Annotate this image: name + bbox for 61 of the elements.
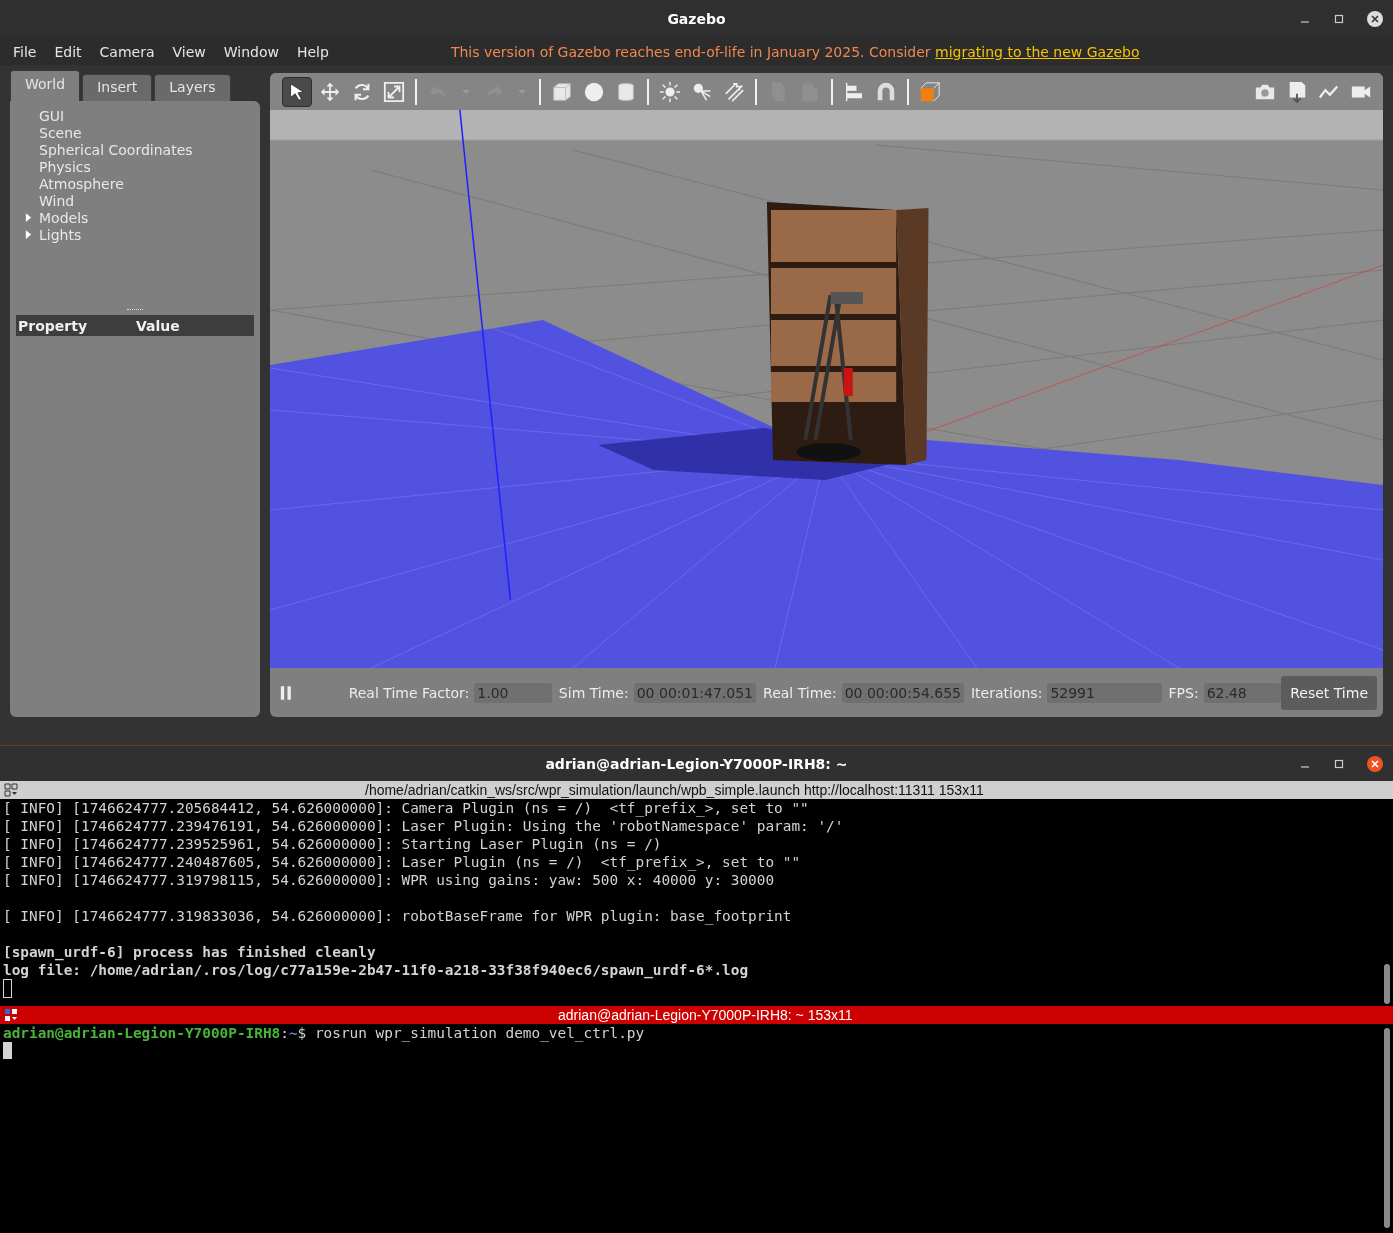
terminal-line: [ INFO] [1746624777.240487605, 54.626000000]: Laser Plugin (ns = /) <tf_prefix_>, set to "" — [3, 853, 802, 871]
reset-time-button[interactable]: Reset Time — [1281, 675, 1377, 710]
splitter-handle[interactable] — [127, 309, 143, 313]
terminal-line: [ INFO] [1746624777.239525961, 54.626000000]: Starting Laser Plugin (ns = /) — [3, 835, 663, 853]
menu-item[interactable]: Edit — [54, 43, 82, 60]
status-label: FPS: — [1168, 684, 1199, 701]
text-cursor — [3, 979, 12, 998]
pause-icon[interactable] — [280, 683, 292, 702]
menu-item[interactable]: Help — [296, 43, 329, 60]
window-title: Gazebo — [667, 11, 726, 27]
status-label: Iterations: — [970, 684, 1043, 701]
status-value-field: 62.48 — [1203, 682, 1282, 703]
tree-item[interactable]: Lights — [39, 226, 82, 243]
window-title: adrian@adrian-Legion-Y7000P-IRH8: ~ — [545, 755, 848, 772]
pane-menu-icon[interactable] — [4, 783, 18, 797]
status-value-field: 00 00:01:47.051 — [633, 682, 757, 703]
simulation-scene-drawing[interactable] — [270, 110, 1383, 668]
select-tool-icon[interactable] — [282, 76, 312, 107]
tree-item[interactable]: Wind — [39, 192, 75, 209]
menu-item[interactable]: File — [13, 43, 37, 60]
terminal-line: [ INFO] [1746624777.319833036, 54.626000000]: robotBaseFrame for WPR plugin: base_footprint — [3, 907, 793, 925]
tree-item[interactable]: Scene — [39, 124, 82, 141]
tree-item[interactable]: GUI — [39, 107, 65, 124]
status-value-field: 1.00 — [474, 682, 552, 703]
tree-item[interactable]: Models — [39, 209, 89, 226]
pane-menu-icon[interactable] — [4, 1008, 18, 1022]
scrollbar[interactable] — [1384, 1028, 1390, 1228]
close-icon[interactable] — [1367, 755, 1383, 772]
tree-item[interactable]: Atmosphere — [39, 175, 124, 192]
terminal-line: [ INFO] [1746624777.319798115, 54.626000000]: WPR using gains: yaw: 500 x: 40000 y: 30000 — [3, 871, 776, 889]
menu-item[interactable]: View — [172, 43, 206, 60]
pane-title: adrian@adrian-Legion-Y7000P-IRH8: ~ 153x11 — [558, 1007, 853, 1023]
status-value-field: 52991 — [1047, 682, 1162, 703]
close-icon[interactable] — [1367, 11, 1383, 27]
maximize-icon[interactable] — [1333, 13, 1345, 25]
expand-arrow-icon[interactable] — [25, 212, 32, 223]
terminal-line: [spawn_urdf-6] process has finished cleanly — [3, 943, 377, 961]
status-label: Sim Time: — [558, 684, 629, 701]
pane-title: /home/adrian/catkin_ws/src/wpr_simulation/launch/wpb_simple.launch http://localhost:11311 153x11 — [365, 782, 984, 798]
terminal-line: [ INFO] [1746624777.239476191, 54.626000000]: Laser Plugin: Using the 'robotNamespace' param: '/' — [3, 817, 845, 835]
menu-item[interactable]: Window — [223, 43, 279, 60]
tree-item[interactable]: Spherical Coordinates — [39, 141, 193, 158]
maximize-icon[interactable] — [1333, 757, 1345, 770]
tree-item[interactable]: Physics — [39, 158, 91, 175]
text-cursor — [3, 1042, 12, 1059]
panel-tab[interactable]: Layers — [154, 74, 231, 101]
panel-tab[interactable]: Insert — [82, 74, 153, 101]
status-label: Real Time Factor: — [348, 684, 470, 701]
command-line: adrian@adrian-Legion-Y7000P-IRH8:~$ rosrun wpr_simulation demo_vel_ctrl.py — [3, 1024, 646, 1042]
column-header: Property — [18, 317, 89, 334]
terminal-line: [ INFO] [1746624777.205684412, 54.626000000]: Camera Plugin (ns = /) <tf_prefix_>, set to "" — [3, 799, 810, 817]
terminal-line: log file: /home/adrian/.ros/log/c77a159e-2b47-11f0-a218-33f38f940ec6/spawn_urdf-6*.log — [3, 961, 750, 979]
end-of-life-notice: This version of Gazebo reaches end-of-life in January 2025. Consider migrating to the new Gazebo — [450, 43, 1140, 60]
status-value-field: 00 00:00:54.655 — [841, 682, 964, 703]
column-header: Value — [136, 317, 180, 334]
status-label: Real Time: — [763, 684, 837, 701]
migration-link[interactable]: migrating to the new Gazebo — [935, 43, 1140, 60]
menu-item[interactable]: Camera — [99, 43, 155, 60]
scrollbar[interactable] — [1384, 964, 1390, 1004]
panel-tab[interactable]: World — [10, 70, 81, 101]
expand-arrow-icon[interactable] — [25, 229, 32, 240]
